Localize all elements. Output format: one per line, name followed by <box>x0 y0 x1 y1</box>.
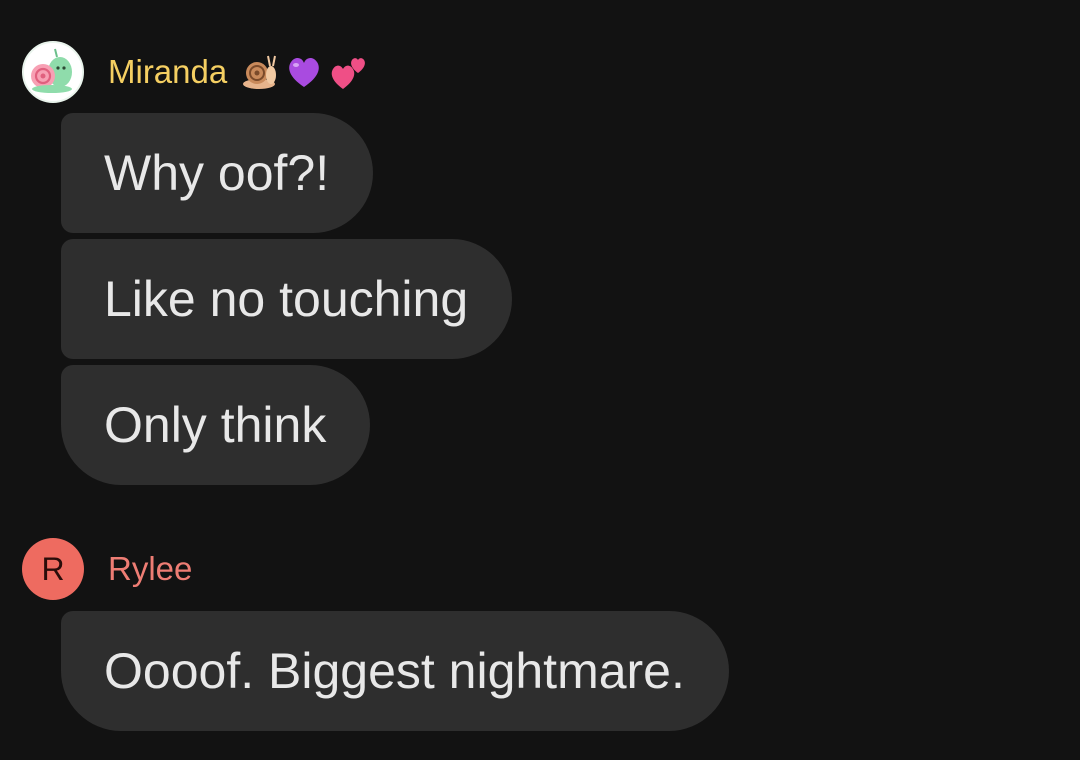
message-text: Like no touching <box>104 271 469 327</box>
message-bubble[interactable]: Like no touching <box>61 239 513 359</box>
avatar-rylee[interactable]: R <box>22 538 84 600</box>
sender-name-miranda: Miranda <box>108 53 228 90</box>
purple-heart-emoji-icon <box>289 57 320 87</box>
message-text: Why oof?! <box>104 145 330 201</box>
two-hearts-emoji-icon <box>331 58 366 89</box>
name-emojis <box>241 53 369 91</box>
sender-name-rylee: Rylee <box>108 550 193 587</box>
message-bubble[interactable]: Oooof. Biggest nightmare. <box>61 611 729 731</box>
message-bubble[interactable]: Why oof?! <box>61 113 374 233</box>
message-text: Oooof. Biggest nightmare. <box>104 643 685 699</box>
sender-row-rylee: R Rylee <box>22 537 192 601</box>
message-bubble[interactable]: Only think <box>61 365 371 485</box>
sender-row-miranda: Miranda <box>22 40 369 104</box>
snail-avatar-icon <box>24 43 82 101</box>
snail-emoji-icon <box>243 55 277 89</box>
avatar-initial: R <box>41 550 65 587</box>
message-text: Only think <box>104 397 327 453</box>
chat-thread: Miranda Why oof?! Like no touching Only … <box>0 0 1080 760</box>
avatar-miranda[interactable] <box>22 41 84 103</box>
